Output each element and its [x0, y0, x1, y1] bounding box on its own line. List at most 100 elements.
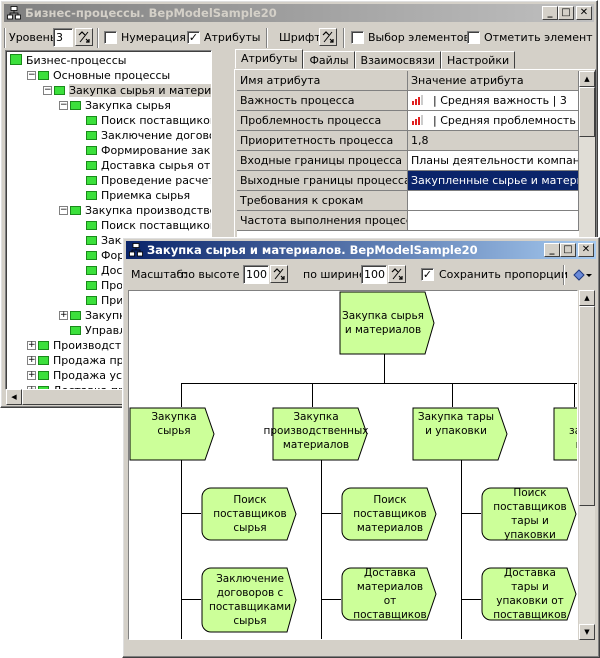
process-node[interactable]: Поиск поставщиков материалов	[341, 487, 437, 541]
tree-expand-button[interactable]: +	[27, 371, 36, 380]
minimize-button[interactable]: _	[542, 6, 558, 20]
level-input[interactable]: 3	[53, 28, 73, 47]
grid-vscroll-thumb[interactable]	[579, 87, 595, 137]
diagram-canvas[interactable]: Закупка сырья и материалов Закупка сырья…	[128, 290, 578, 640]
attribute-name-cell[interactable]: Проблемность процесса	[237, 111, 408, 131]
tab-attributes[interactable]: Атрибуты	[235, 49, 304, 69]
attribute-value-cell[interactable]: 1,8	[408, 131, 579, 151]
height-scale-input[interactable]: 100	[243, 265, 269, 284]
process-node-label: Поиск поставщиков сырья	[213, 494, 287, 534]
diagram-titlebar[interactable]: Закупка сырья и материалов. ВерModelSamp…	[126, 241, 596, 259]
process-icon	[86, 116, 97, 125]
process-node[interactable]: Уп закуп и м	[553, 407, 577, 461]
tree-item[interactable]: Производств	[38, 338, 128, 353]
tree-item[interactable]: Продажа усл	[38, 368, 129, 383]
process-node[interactable]: Доставка материалов от поставщиков	[341, 567, 437, 621]
attribute-value-cell[interactable]	[408, 211, 579, 231]
tab-relations[interactable]: Взаимосвязи	[354, 51, 441, 69]
tree-item[interactable]: Поиск поставщиков сырья	[86, 113, 211, 128]
column-header-name[interactable]: Имя атрибута	[237, 71, 408, 91]
tree-item[interactable]: Основные процессы	[38, 68, 170, 83]
process-node[interactable]: Доставка тары и упаковки от поставщиков	[481, 567, 577, 621]
connector	[321, 599, 341, 600]
height-scale-spinner[interactable]	[270, 265, 288, 283]
attribute-value-cell[interactable]: Закупленные сырье и материалы	[408, 171, 579, 191]
attribute-name-cell[interactable]: Частота выполнения процесса	[237, 211, 408, 231]
process-node[interactable]: Закупка производственных материалов	[264, 407, 369, 461]
attribute-value-cell[interactable]	[408, 191, 579, 211]
tree-item[interactable]: Закупка сырья	[70, 98, 171, 113]
process-node[interactable]: Закупка сырья	[129, 407, 215, 461]
tree-item[interactable]: Закупка производственных материалов	[70, 203, 211, 218]
attribute-name-cell[interactable]: Выходные границы процесса	[237, 171, 408, 191]
select-elements-checkbox[interactable]	[351, 31, 364, 44]
tree-item[interactable]: Поиск поставщиков материалов	[86, 218, 212, 233]
attribute-name-cell[interactable]: Важность процесса	[237, 91, 408, 111]
main-titlebar[interactable]: Бизнес-процессы. ВерModelSample20 _ □ ✕	[4, 4, 594, 22]
diagram-scroll-down-button[interactable]: ▼	[579, 624, 595, 640]
attribute-name-cell[interactable]: Приоритетность процесса	[237, 131, 408, 151]
keep-proportions-checkbox[interactable]: ✓	[421, 268, 434, 281]
level-spinner[interactable]	[75, 28, 93, 46]
width-scale-input[interactable]: 100	[361, 265, 387, 284]
column-header-value[interactable]: Значение атрибута	[408, 71, 579, 91]
diagram-close-button[interactable]: ✕	[578, 243, 594, 257]
attribute-name-cell[interactable]: Входные границы процесса	[237, 151, 408, 171]
attribute-value-cell[interactable]: | Средняя важность | 3	[408, 91, 579, 111]
process-icon	[70, 101, 81, 110]
mark-element-checkbox[interactable]	[467, 31, 480, 44]
attribute-value-cell[interactable]: Планы деятельности компании;	[408, 151, 579, 171]
tree-collapse-button[interactable]: −	[27, 71, 36, 80]
tree-collapse-button[interactable]: −	[59, 101, 68, 110]
rating-bars-icon	[411, 94, 433, 107]
diagram-vscroll-thumb[interactable]	[579, 306, 595, 506]
process-node-label: Поиск поставщиков тары и упаковки	[493, 487, 567, 541]
width-scale-spinner[interactable]	[388, 265, 406, 283]
grid-vscrollbar[interactable]: ▲	[579, 71, 595, 237]
tree-item[interactable]: Проведение расчетов с поставщиками	[86, 173, 211, 188]
tree-item[interactable]: Закупка сырья и материалов	[54, 83, 211, 98]
diagram-scroll-up-button[interactable]: ▲	[579, 290, 595, 306]
tab-files[interactable]: Файлы	[303, 51, 355, 69]
process-node[interactable]: Поиск поставщиков сырья	[201, 487, 297, 541]
layout-dropdown-button[interactable]	[569, 265, 595, 285]
diagram-minimize-button[interactable]: _	[544, 243, 560, 257]
process-icon	[70, 326, 81, 335]
attribute-value-cell[interactable]: | Средняя проблемность | 3	[408, 111, 579, 131]
tree-expand-button[interactable]: +	[59, 311, 68, 320]
tree-item[interactable]: Продажа про	[38, 353, 130, 368]
attribute-name-cell[interactable]: Требования к срокам	[237, 191, 408, 211]
main-window-title: Бизнес-процессы. ВерModelSample20	[25, 6, 277, 20]
tree-expand-button[interactable]: +	[27, 341, 36, 350]
numbering-checkbox[interactable]	[104, 31, 117, 44]
maximize-button[interactable]: □	[558, 6, 574, 20]
close-button[interactable]: ✕	[576, 6, 592, 20]
tree-item-label: Поиск поставщиков материалов	[101, 219, 212, 232]
scroll-up-button[interactable]: ▲	[579, 71, 595, 87]
tree-collapse-button[interactable]: −	[59, 206, 68, 215]
attribute-grid[interactable]: Имя атрибута Значение атрибута Важность …	[237, 71, 579, 239]
spinner-icon	[78, 31, 90, 43]
process-icon	[38, 356, 49, 365]
tree-item[interactable]: Приемка сырья	[86, 188, 190, 203]
tree-item[interactable]: Доставка сырья от поставщиков	[86, 158, 211, 173]
tree-item[interactable]: Заключение договоров с поставщиками	[86, 128, 211, 143]
process-node-root[interactable]: Закупка сырья и материалов	[339, 291, 435, 355]
tree-collapse-button[interactable]: −	[43, 86, 52, 95]
process-node[interactable]: Поиск поставщиков тары и упаковки	[481, 487, 577, 541]
attribute-value-text: | Средняя проблемность | 3	[433, 114, 579, 127]
tree-item-label: Приемка сырья	[101, 189, 191, 202]
tree-item[interactable]: Бизнес-процессы	[10, 53, 126, 68]
tree-item[interactable]: Формирование заказов	[86, 143, 211, 158]
process-node[interactable]: Заключение договоров с поставщиками сырь…	[201, 567, 297, 633]
process-icon	[38, 71, 49, 80]
process-icon	[38, 341, 49, 350]
diagram-maximize-button[interactable]: □	[560, 243, 576, 257]
attributes-checkbox[interactable]: ✓	[187, 31, 200, 44]
tree-expand-button[interactable]: +	[27, 356, 36, 365]
tab-settings[interactable]: Настройки	[441, 51, 516, 69]
font-button[interactable]	[319, 28, 337, 46]
diagram-vscrollbar[interactable]: ▲ ▼	[579, 290, 595, 640]
scroll-left-button[interactable]: ◀	[6, 389, 22, 405]
process-node[interactable]: Закупка тары и упаковки	[412, 407, 508, 461]
